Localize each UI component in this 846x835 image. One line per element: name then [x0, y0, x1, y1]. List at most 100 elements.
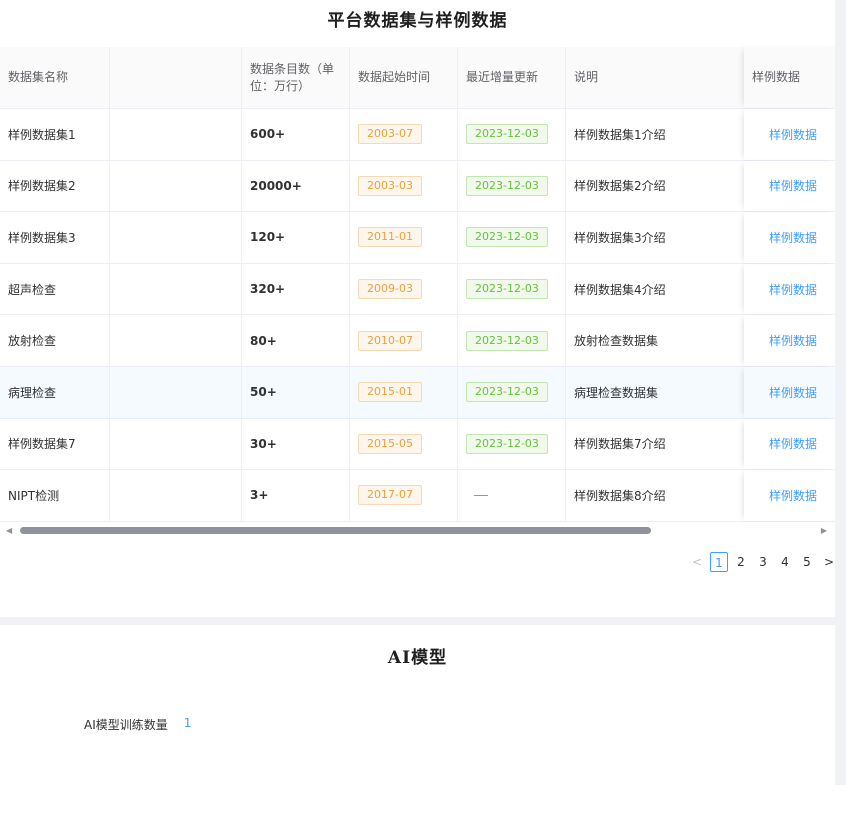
description-cell: 样例数据集8介绍	[574, 488, 666, 503]
latest-update-cell: 2023-12-03	[458, 109, 566, 160]
latest-update-tag: 2023-12-03	[466, 175, 548, 196]
start-time-cell: 2017-07	[350, 470, 458, 521]
latest-update-tag: 2023-12-03	[466, 433, 548, 454]
latest-update-cell: 2023-12-03	[458, 263, 566, 315]
sample-data-cell: 样例数据	[744, 161, 835, 212]
header-description: 说明	[574, 70, 599, 84]
sample-data-cell: 样例数据	[744, 315, 835, 366]
sample-data-cell: 样例数据	[744, 419, 835, 470]
start-time-tag: 2015-05	[358, 433, 422, 454]
blank-cell	[110, 263, 242, 315]
start-time-cell: 2003-03	[350, 160, 458, 212]
table-horizontal-scrollbar[interactable]: ◀ ▶	[0, 524, 835, 536]
sample-data-cell: 样例数据	[744, 109, 835, 160]
dataset-name-cell: 放射检查	[0, 315, 110, 366]
page-1-button[interactable]: 1	[710, 552, 728, 572]
sample-data-link[interactable]: 样例数据	[769, 229, 817, 246]
sample-data-link[interactable]: 样例数据	[769, 384, 817, 401]
latest-update-cell: 2023-12-03	[458, 366, 566, 418]
description-cell: 样例数据集7介绍	[574, 437, 666, 452]
start-time-cell: 2010-07	[350, 315, 458, 366]
header-sample-data: 样例数据	[744, 47, 835, 108]
latest-update-tag: 2023-12-03	[466, 330, 548, 351]
blank-cell	[110, 109, 242, 160]
description-cell: 放射检查数据集	[574, 334, 659, 349]
page-4-button[interactable]: 4	[776, 552, 794, 572]
latest-update-cell: 2023-12-03	[458, 418, 566, 470]
start-time-cell: 2015-05	[350, 418, 458, 470]
start-time-tag: 2011-01	[358, 227, 422, 248]
sample-data-cell: 样例数据	[744, 212, 835, 263]
prev-page-button[interactable]: <	[688, 552, 706, 572]
caret-left-icon[interactable]: ◀	[6, 526, 12, 535]
latest-update-cell	[458, 470, 566, 521]
table-row: 病理检查 50+ 2015-01 2023-12-03 病理检查数据集 样例数据	[0, 366, 835, 419]
page-5-button[interactable]: 5	[798, 552, 816, 572]
scrollbar-thumb[interactable]	[20, 527, 651, 534]
description-cell: 样例数据集3介绍	[574, 230, 666, 245]
sample-data-link[interactable]: 样例数据	[769, 281, 817, 298]
record-count-cell: 120+	[242, 212, 350, 263]
sample-data-link[interactable]: 样例数据	[769, 332, 817, 349]
blank-cell	[110, 212, 242, 263]
dataset-name-cell: 病理检查	[0, 366, 110, 418]
start-time-cell: 2015-01	[350, 366, 458, 418]
dataset-name-cell: 样例数据集2	[0, 160, 110, 212]
dataset-name-cell: 超声检查	[0, 263, 110, 315]
start-time-tag: 2003-03	[358, 175, 422, 196]
blank-cell	[110, 418, 242, 470]
ai-model-count-value[interactable]: 1	[184, 716, 192, 733]
record-count-cell: 80+	[242, 315, 350, 366]
page-2-button[interactable]: 2	[732, 552, 750, 572]
table-row: 样例数据集7 30+ 2015-05 2023-12-03 样例数据集7介绍 样例数据	[0, 418, 835, 471]
sample-data-link[interactable]: 样例数据	[769, 126, 817, 143]
empty-update-dash	[474, 494, 488, 496]
page-3-button[interactable]: 3	[754, 552, 772, 572]
dataset-name-cell: 样例数据集3	[0, 212, 110, 263]
start-time-tag: 2010-07	[358, 330, 422, 351]
dataset-name-cell: NIPT检测	[0, 470, 110, 521]
table-row: 样例数据集3 120+ 2011-01 2023-12-03 样例数据集3介绍 样例数据	[0, 212, 835, 264]
header-count: 数据条目数（单位：万行）	[242, 47, 350, 108]
record-count-cell: 320+	[242, 263, 350, 315]
table-row: 样例数据集1 600+ 2003-07 2023-12-03 样例数据集1介绍 样例数据	[0, 109, 835, 161]
header-blank	[110, 47, 242, 108]
latest-update-tag: 2023-12-03	[466, 279, 548, 300]
table-row: 样例数据集2 20000+ 2003-03 2023-12-03 样例数据集2介绍 样例数…	[0, 160, 835, 213]
sample-data-link[interactable]: 样例数据	[769, 177, 817, 194]
latest-update-cell: 2023-12-03	[458, 315, 566, 366]
datasets-table: 数据集名称 数据条目数（单位：万行） 数据起始时间 最近增量更新 说明 样例数据…	[0, 47, 835, 522]
latest-update-cell: 2023-12-03	[458, 212, 566, 263]
next-page-button[interactable]: >	[820, 552, 838, 572]
latest-update-tag: 2023-12-03	[466, 227, 548, 248]
header-latest-update: 最近增量更新	[458, 47, 566, 108]
caret-right-icon[interactable]: ▶	[821, 526, 827, 535]
start-time-tag: 2017-07	[358, 485, 422, 506]
section-title-datasets: 平台数据集与样例数据	[327, 11, 508, 31]
record-count-cell: 3+	[242, 470, 350, 521]
start-time-tag: 2003-07	[358, 124, 422, 145]
pagination: < 1 2 3 4 5 >	[688, 552, 838, 572]
sample-data-cell: 样例数据	[744, 470, 835, 521]
ai-model-count: AI模型训练数量 1	[84, 716, 191, 733]
sample-data-cell: 样例数据	[744, 264, 835, 315]
sample-data-link[interactable]: 样例数据	[769, 487, 817, 504]
table-row: 放射检查 80+ 2010-07 2023-12-03 放射检查数据集 样例数据	[0, 315, 835, 367]
table-header-row: 数据集名称 数据条目数（单位：万行） 数据起始时间 最近增量更新 说明 样例数据	[0, 47, 835, 109]
sample-data-link[interactable]: 样例数据	[769, 435, 817, 452]
description-cell: 样例数据集2介绍	[574, 179, 666, 194]
blank-cell	[110, 160, 242, 212]
page-gutter	[835, 0, 846, 785]
description-cell: 样例数据集1介绍	[574, 127, 666, 142]
start-time-cell: 2003-07	[350, 109, 458, 160]
latest-update-tag: 2023-12-03	[466, 124, 548, 145]
record-count-cell: 600+	[242, 109, 350, 160]
start-time-tag: 2009-03	[358, 279, 422, 300]
table-row: 超声检查 320+ 2009-03 2023-12-03 样例数据集4介绍 样例数据	[0, 263, 835, 316]
table-row: NIPT检测 3+ 2017-07 样例数据集8介绍 样例数据	[0, 470, 835, 522]
start-time-tag: 2015-01	[358, 382, 422, 403]
blank-cell	[110, 315, 242, 366]
record-count-cell: 30+	[242, 418, 350, 470]
header-start-time: 数据起始时间	[350, 47, 458, 108]
description-cell: 样例数据集4介绍	[574, 282, 666, 297]
